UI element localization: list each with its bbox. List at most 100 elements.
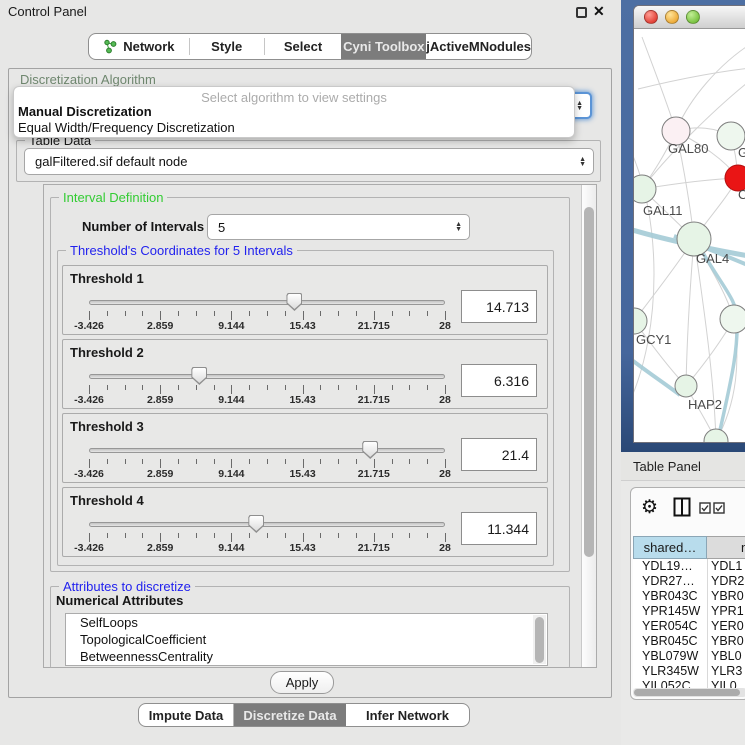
numerical-attributes-label: Numerical Attributes xyxy=(56,593,183,608)
close-traffic-light-icon[interactable] xyxy=(644,10,658,24)
tab-label: Network xyxy=(123,39,174,54)
threshold-3-panel: Threshold 3 -3.4262.8599.14415.4321.7152… xyxy=(62,413,548,483)
table-row[interactable]: YDR27…YDR2 xyxy=(633,574,745,589)
threshold-value-field[interactable]: 21.4 xyxy=(461,438,537,471)
tab-style[interactable]: Style xyxy=(190,34,264,59)
table-row[interactable]: YPR145WYPR1 xyxy=(633,604,745,619)
table-panel-header: Table Panel xyxy=(621,452,745,481)
slider-track[interactable] xyxy=(89,300,445,305)
slider-track[interactable] xyxy=(89,522,445,527)
scrollbar-thumb[interactable] xyxy=(634,689,740,696)
minimize-traffic-light-icon[interactable] xyxy=(665,10,679,24)
vertical-scrollbar[interactable] xyxy=(581,185,596,667)
num-intervals-label: Number of Intervals xyxy=(82,219,204,234)
list-scrollbar[interactable] xyxy=(533,615,546,664)
dropdown-option-manual[interactable]: Manual Discretization xyxy=(17,104,571,119)
tab-label: Infer Network xyxy=(366,708,449,723)
network-window[interactable]: GAL80 GA C GAL11 GAL4 GCY1 H HAP2 xyxy=(633,5,745,443)
zoom-traffic-light-icon[interactable] xyxy=(686,10,700,24)
tab-infer-network[interactable]: Infer Network xyxy=(346,704,469,726)
dropdown-option-equal-width[interactable]: Equal Width/Frequency Discretization xyxy=(17,120,571,135)
tab-select[interactable]: Select xyxy=(265,34,342,59)
combo-arrows-icon: ▲▼ xyxy=(455,222,462,232)
table-row[interactable]: YBR045CYBR0 xyxy=(633,634,745,649)
tab-impute-data[interactable]: Impute Data xyxy=(139,704,234,726)
numerical-attributes-list[interactable]: SelfLoopsTopologicalCoefficientBetweenne… xyxy=(65,613,548,666)
column-label: shared… xyxy=(644,540,697,555)
gear-icon[interactable]: ⚙ xyxy=(641,496,658,519)
node-label-hap2: HAP2 xyxy=(688,397,722,412)
threshold-label: Threshold 4 xyxy=(70,493,144,508)
top-tab-bar: Network Style Select Cyni Toolbox jActiv… xyxy=(88,33,532,60)
table-row[interactable]: YIL052CYIL0 xyxy=(633,679,745,688)
threshold-4-panel: Threshold 4 -3.4262.8599.14415.4321.7152… xyxy=(62,487,548,557)
list-item[interactable]: BetweennessCentrality xyxy=(66,648,547,665)
scrollbar-thumb[interactable] xyxy=(584,207,594,557)
interval-definition-title: Interval Definition xyxy=(59,190,167,205)
tab-jactivemnodules[interactable]: jActiveMNodules xyxy=(426,34,531,59)
tab-label: Cyni Toolbox xyxy=(343,39,424,54)
table-row[interactable]: YBR043CYBR0 xyxy=(633,589,745,604)
threshold-2-panel: Threshold 2 -3.4262.8599.14415.4321.7152… xyxy=(62,339,548,409)
column-header-name[interactable]: na xyxy=(707,536,745,559)
threshold-1-panel: Threshold 1 -3.4262.8599.14415.4321.7152… xyxy=(62,265,548,335)
network-canvas[interactable]: GAL80 GA C GAL11 GAL4 GCY1 H HAP2 xyxy=(634,29,745,443)
threshold-value-field[interactable]: 11.344 xyxy=(461,512,537,545)
checkbox-checked-icon[interactable] xyxy=(713,502,725,514)
threshold-value-field[interactable]: 14.713 xyxy=(461,290,537,323)
node-label-below-red: C xyxy=(738,187,745,202)
network-graph: GAL80 GA C GAL11 GAL4 GCY1 H HAP2 xyxy=(634,29,745,443)
close-icon[interactable]: ✕ xyxy=(593,3,605,20)
table-toolbar: ⚙ xyxy=(631,488,745,532)
checkbox-checked-icon[interactable] xyxy=(699,502,711,514)
table-panel-card: ⚙ shared… na YDL19…YDL1YDR27…YDR2YBR043C… xyxy=(630,487,745,700)
tab-label: Select xyxy=(284,39,322,54)
tab-label: Discretize Data xyxy=(243,708,336,723)
column-header-shared-name[interactable]: shared… xyxy=(633,536,707,559)
bottom-tab-bar: Impute Data Discretize Data Infer Networ… xyxy=(138,703,470,727)
num-intervals-combo[interactable]: 5 ▲▼ xyxy=(207,214,470,240)
node-label-gal80: GAL80 xyxy=(668,141,708,156)
network-window-titlebar[interactable] xyxy=(634,6,745,29)
threshold-2-slider[interactable]: -3.4262.8599.14415.4321.71528 xyxy=(89,366,445,406)
slider-tick-labels: -3.4262.8599.14415.4321.71528 xyxy=(89,320,445,332)
network-icon xyxy=(103,39,117,54)
column-split-icon[interactable] xyxy=(673,497,691,517)
threshold-3-slider[interactable]: -3.4262.8599.14415.4321.71528 xyxy=(89,440,445,480)
dropdown-placeholder: Select algorithm to view settings xyxy=(14,90,574,105)
slider-thumb[interactable] xyxy=(362,441,378,459)
horizontal-scrollbar[interactable] xyxy=(633,688,745,697)
threshold-value-field[interactable]: 6.316 xyxy=(461,364,537,397)
slider-track[interactable] xyxy=(89,448,445,453)
slider-thumb[interactable] xyxy=(286,293,302,311)
scrollbar-thumb[interactable] xyxy=(535,617,544,663)
table-row[interactable]: YLR345WYLR3 xyxy=(633,664,745,679)
float-window-icon[interactable] xyxy=(576,7,587,18)
list-item[interactable]: TopologicalCoefficient xyxy=(66,631,547,648)
table-row[interactable]: YER054CYER0 xyxy=(633,619,745,634)
table-data-combo[interactable]: galFiltered.sif default node ▲▼ xyxy=(24,148,594,175)
slider-tick-labels: -3.4262.8599.14415.4321.71528 xyxy=(89,468,445,480)
threshold-label: Threshold 3 xyxy=(70,419,144,434)
node-label-top-right: GA xyxy=(738,145,745,160)
tab-network[interactable]: Network xyxy=(89,34,189,59)
threshold-4-slider[interactable]: -3.4262.8599.14415.4321.71528 xyxy=(89,514,445,554)
list-item[interactable]: SelfLoops xyxy=(66,614,547,631)
apply-button[interactable]: Apply xyxy=(270,671,334,694)
slider-thumb[interactable] xyxy=(248,515,264,533)
combo-arrows-icon: ▲▼ xyxy=(576,101,583,111)
table-data-selected: galFiltered.sif default node xyxy=(35,154,187,169)
tab-discretize-data[interactable]: Discretize Data xyxy=(234,704,346,726)
tab-cyni-toolbox[interactable]: Cyni Toolbox xyxy=(341,34,426,59)
slider-thumb[interactable] xyxy=(191,367,207,385)
node-label-gal11: GAL11 xyxy=(643,203,683,218)
slider-ticks xyxy=(89,533,445,542)
attributes-group-title: Attributes to discretize xyxy=(59,579,195,594)
threshold-1-slider[interactable]: -3.4262.8599.14415.4321.71528 xyxy=(89,292,445,332)
node-table-body: YDL19…YDL1YDR27…YDR2YBR043CYBR0YPR145WYP… xyxy=(633,559,745,688)
table-row[interactable]: YBL079WYBL0 xyxy=(633,649,745,664)
slider-track[interactable] xyxy=(89,374,445,379)
num-intervals-value: 5 xyxy=(218,220,225,235)
table-row[interactable]: YDL19…YDL1 xyxy=(633,559,745,574)
apply-label: Apply xyxy=(286,675,319,690)
